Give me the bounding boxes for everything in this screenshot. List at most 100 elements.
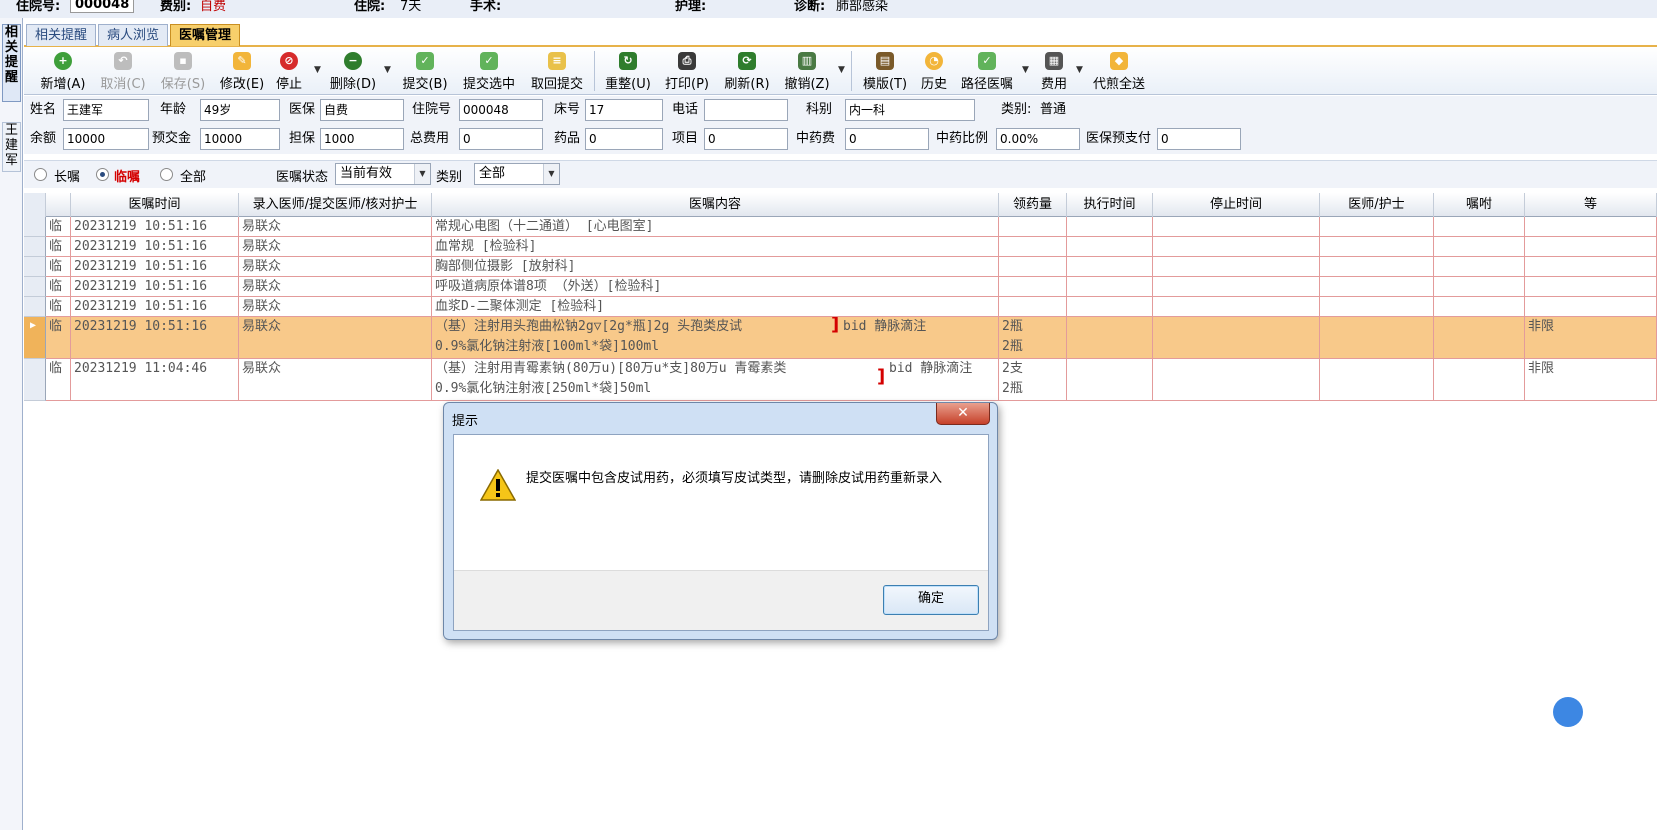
name-field[interactable]: 王建军	[63, 99, 149, 121]
header-stop-time[interactable]: 停止时间	[1153, 193, 1320, 217]
insurance-field[interactable]: 自费	[320, 99, 404, 121]
withdraw-submit-button[interactable]: ≡ 取回提交	[526, 49, 588, 93]
stop-dropdown-chevron-icon[interactable]: ▼	[314, 65, 321, 75]
prepay-field[interactable]: 10000	[200, 128, 280, 150]
side-tab-patient[interactable]: 王建军	[2, 122, 21, 172]
side-tab-reminders[interactable]: 相关提醒	[2, 24, 21, 102]
refresh-button[interactable]: ⟳ 刷新(R)	[720, 49, 774, 93]
ok-button[interactable]: 确定	[883, 585, 979, 615]
revoke-button[interactable]: ▥ 撤销(Z)	[780, 49, 834, 93]
category-select[interactable]: 全部 ▼	[474, 163, 560, 185]
history-button[interactable]: ◔ 历史	[916, 49, 952, 93]
check-icon: ✓	[978, 52, 996, 70]
table-row-selected[interactable]: ▶ 临 20231219 10:51:16 易联众 （基）注射用头孢曲松钠2g▽…	[24, 317, 1657, 359]
tab-order-management[interactable]: 医嘱管理	[170, 24, 241, 46]
table-row[interactable]: 临 20231219 10:51:16 易联众 血浆D-二聚体测定 [检验科]	[24, 297, 1657, 317]
bed-field[interactable]: 17	[585, 99, 663, 121]
new-button[interactable]: + 新增(A)	[36, 49, 90, 93]
edit-button[interactable]: ✎ 修改(E)	[215, 49, 269, 93]
path-dropdown-chevron-icon[interactable]: ▼	[1022, 65, 1029, 75]
stay-value: 7天	[400, 0, 422, 14]
age-label: 年龄	[160, 102, 187, 117]
minus-icon: −	[344, 52, 362, 70]
delete-button[interactable]: − 删除(D)	[326, 49, 380, 93]
floating-assistant-icon[interactable]	[1553, 697, 1583, 727]
balance-field[interactable]: 10000	[63, 128, 149, 150]
header-quantity[interactable]: 领药量	[999, 193, 1067, 217]
refresh-icon: ⟳	[738, 52, 756, 70]
tab-patient-browse[interactable]: 病人浏览	[98, 24, 169, 46]
header-grade[interactable]: 等	[1525, 193, 1657, 217]
tab-reminders[interactable]: 相关提醒	[26, 24, 97, 46]
guarantee-field[interactable]: 1000	[320, 128, 404, 150]
insurance-prepay-label: 医保预支付	[1086, 131, 1152, 146]
stop-icon: ⊘	[280, 52, 298, 70]
header-doctor[interactable]: 录入医师/提交医师/核对护士	[239, 193, 432, 217]
item-fee-label: 项目	[672, 131, 699, 146]
total-fee-field[interactable]: 0	[459, 128, 543, 150]
cancel-button[interactable]: ↶ 取消(C)	[96, 49, 150, 93]
trash-icon: ▥	[798, 52, 816, 70]
phone-field[interactable]	[704, 99, 788, 121]
dialog-close-button[interactable]: ✕	[936, 403, 990, 425]
header-order-time[interactable]: 医嘱时间	[71, 193, 239, 217]
fee-type-value: 自费	[200, 0, 227, 14]
submit-selected-button[interactable]: ✓ 提交选中	[458, 49, 520, 93]
print-button[interactable]: ⎙ 打印(P)	[660, 49, 714, 93]
check-icon: ✓	[480, 52, 498, 70]
table-row[interactable]: 临 20231219 10:51:16 易联众 常规心电图（十二通道） [心电图…	[24, 217, 1657, 237]
long-term-radio[interactable]	[34, 168, 47, 181]
temporary-label: 临嘱	[114, 170, 141, 185]
category-label: 类别:	[1001, 102, 1032, 117]
withdraw-icon: ≡	[548, 52, 566, 70]
alert-dialog: 提示 ✕ 提交医嘱中包含皮试用药，必须填写皮试类型，请删除皮试用药重新录入 确定	[443, 402, 998, 640]
insurance-prepay-field[interactable]: 0	[1157, 128, 1241, 150]
header-instruction[interactable]: 嘱咐	[1434, 193, 1525, 217]
bed-label: 床号	[554, 102, 581, 117]
all-radio[interactable]	[160, 168, 173, 181]
department-field[interactable]: 内一科	[845, 99, 975, 121]
temporary-radio[interactable]	[96, 168, 109, 181]
stop-button[interactable]: ⊘ 停止	[272, 49, 306, 93]
save-button[interactable]: ▪ 保存(S)	[156, 49, 210, 93]
header-doctor-nurse[interactable]: 医师/护士	[1320, 193, 1434, 217]
order-status-select[interactable]: 当前有效 ▼	[335, 163, 431, 185]
header-exec-time[interactable]: 执行时间	[1067, 193, 1153, 217]
tcm-ratio-field[interactable]: 0.00%	[996, 128, 1080, 150]
tcm-ratio-label: 中药比例	[936, 131, 989, 146]
revoke-dropdown-chevron-icon[interactable]: ▼	[838, 65, 845, 75]
table-row[interactable]: 临 20231219 10:51:16 易联众 血常规 [检验科]	[24, 237, 1657, 257]
template-button[interactable]: ▤ 模版(T)	[858, 49, 912, 93]
main-tabs: 相关提醒 病人浏览 医嘱管理	[24, 22, 1657, 47]
path-order-button[interactable]: ✓ 路径医嘱	[956, 49, 1018, 93]
group-bracket: ]	[831, 317, 840, 335]
book-icon: ▤	[876, 52, 894, 70]
edit-icon: ✎	[233, 52, 251, 70]
decoct-all-button[interactable]: ◆ 代煎全送	[1088, 49, 1150, 93]
age-field[interactable]: 49岁	[200, 99, 280, 121]
current-row-indicator: ▶	[24, 317, 46, 359]
grid-header: 医嘱时间 录入医师/提交医师/核对护士 医嘱内容 领药量 执行时间 停止时间 医…	[24, 193, 1657, 217]
fee-button[interactable]: ▦ 费用	[1036, 49, 1072, 93]
table-row[interactable]: 临 20231219 11:04:46 易联众 （基）注射用青霉素钠(80万u)…	[24, 359, 1657, 401]
submit-button[interactable]: ✓ 提交(B)	[398, 49, 452, 93]
chevron-down-icon: ▼	[543, 164, 559, 184]
check-icon: ✓	[416, 52, 434, 70]
header-selector	[24, 193, 46, 217]
drug-fee-field[interactable]: 0	[585, 128, 663, 150]
prepay-label: 预交金	[152, 131, 192, 146]
delete-dropdown-chevron-icon[interactable]: ▼	[384, 65, 391, 75]
admit-no-field[interactable]: 000048	[459, 99, 543, 121]
header-content[interactable]: 医嘱内容	[432, 193, 999, 217]
fee-dropdown-chevron-icon[interactable]: ▼	[1076, 65, 1083, 75]
balance-label: 余额	[30, 131, 57, 146]
history-icon: ◔	[925, 52, 943, 70]
tcm-fee-field[interactable]: 0	[845, 128, 929, 150]
item-fee-field[interactable]: 0	[704, 128, 788, 150]
table-row[interactable]: 临 20231219 10:51:16 易联众 胸部侧位摄影 [放射科]	[24, 257, 1657, 277]
reorganize-button[interactable]: ↻ 重整(U)	[601, 49, 655, 93]
patient-info-panel: 姓名 王建军 年龄 49岁 医保 自费 住院号 000048 床号 17 电话 …	[24, 96, 1657, 154]
surgery-label: 手术:	[470, 0, 502, 14]
table-row[interactable]: 临 20231219 10:51:16 易联众 呼吸道病原体谱8项 （外送）[检…	[24, 277, 1657, 297]
nursing-label: 护理:	[675, 0, 707, 14]
